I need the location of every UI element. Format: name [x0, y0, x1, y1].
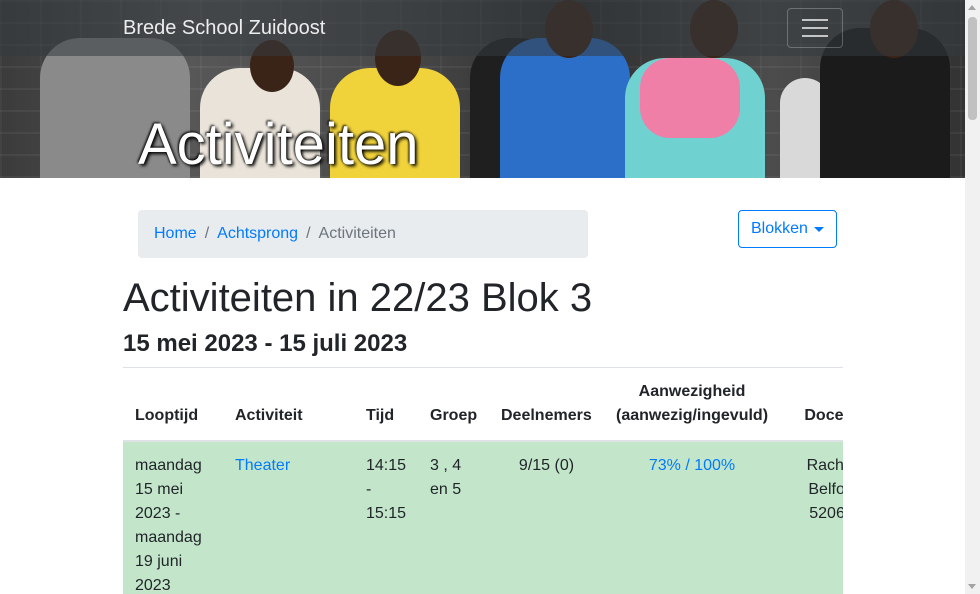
hero-title: Activiteiten [138, 112, 419, 177]
attendance-link[interactable]: 73% / 100% [649, 457, 735, 474]
breadcrumb-link-home[interactable]: Home [154, 225, 197, 242]
column-header-aanwezigheid-line2: (aanwezig/ingevuld) [616, 407, 769, 424]
hero-photo-backpack [640, 58, 740, 138]
cell-tijd: 14:15 - 15:15 [354, 441, 418, 594]
breadcrumb-link-achtsprong[interactable]: Achtsprong [217, 225, 298, 242]
hero-photo-figure [500, 38, 630, 178]
page-title: Activiteiten in 22/23 Blok 3 [123, 276, 593, 320]
table-header-row: Looptijd Activiteit Tijd Groep Deelnemer… [123, 368, 843, 442]
column-header-aanwezigheid-line1: Aanwezigheid [638, 383, 746, 400]
cell-docent: Rachel Belfort 52061 [780, 441, 843, 594]
column-header-activiteit: Activiteit [223, 368, 354, 442]
table-row: maandag 15 mei 2023 - maandag 19 juni 20… [123, 441, 843, 594]
breadcrumb-separator: / [204, 225, 210, 242]
activities-table: Looptijd Activiteit Tijd Groep Deelnemer… [123, 368, 843, 594]
cell-aanwezigheid: 73% / 100% [604, 441, 780, 594]
navbar: Brede School Zuidoost [0, 0, 965, 56]
hamburger-line [802, 19, 828, 21]
date-range-subtitle: 15 mei 2023 - 15 juli 2023 [123, 330, 408, 357]
breadcrumb-separator: / [306, 225, 311, 242]
breadcrumb: Home / Achtsprong / Activiteiten [138, 210, 588, 258]
column-header-docent: Docent [780, 368, 843, 442]
cell-looptijd: maandag 15 mei 2023 - maandag 19 juni 20… [123, 441, 223, 594]
hamburger-menu-icon[interactable] [787, 8, 843, 48]
column-header-deelnemers: Deelnemers [489, 368, 604, 442]
activity-link-theater[interactable]: Theater [235, 457, 290, 474]
scroll-down-arrow-icon[interactable] [968, 584, 976, 589]
caret-down-icon [814, 227, 824, 232]
column-header-aanwezigheid: Aanwezigheid (aanwezig/ingevuld) [604, 368, 780, 442]
column-header-groep: Groep [418, 368, 489, 442]
page-scrollbar[interactable] [965, 0, 980, 594]
activities-table-container: Looptijd Activiteit Tijd Groep Deelnemer… [123, 368, 843, 594]
navbar-brand[interactable]: Brede School Zuidoost [123, 17, 325, 40]
blocks-dropdown-label: Blokken [751, 220, 808, 237]
cell-groep: 3 , 4 en 5 [418, 441, 489, 594]
breadcrumb-current: Activiteiten [318, 225, 396, 242]
scroll-up-arrow-icon[interactable] [968, 5, 976, 10]
cell-deelnemers: 9/15 (0) [489, 441, 604, 594]
cell-activiteit: Theater [223, 441, 354, 594]
hamburger-line [802, 35, 828, 37]
scrollbar-thumb[interactable] [968, 17, 977, 120]
blocks-dropdown-button[interactable]: Blokken [738, 210, 837, 248]
column-header-looptijd: Looptijd [123, 368, 223, 442]
hamburger-line [802, 27, 828, 29]
column-header-tijd: Tijd [354, 368, 418, 442]
